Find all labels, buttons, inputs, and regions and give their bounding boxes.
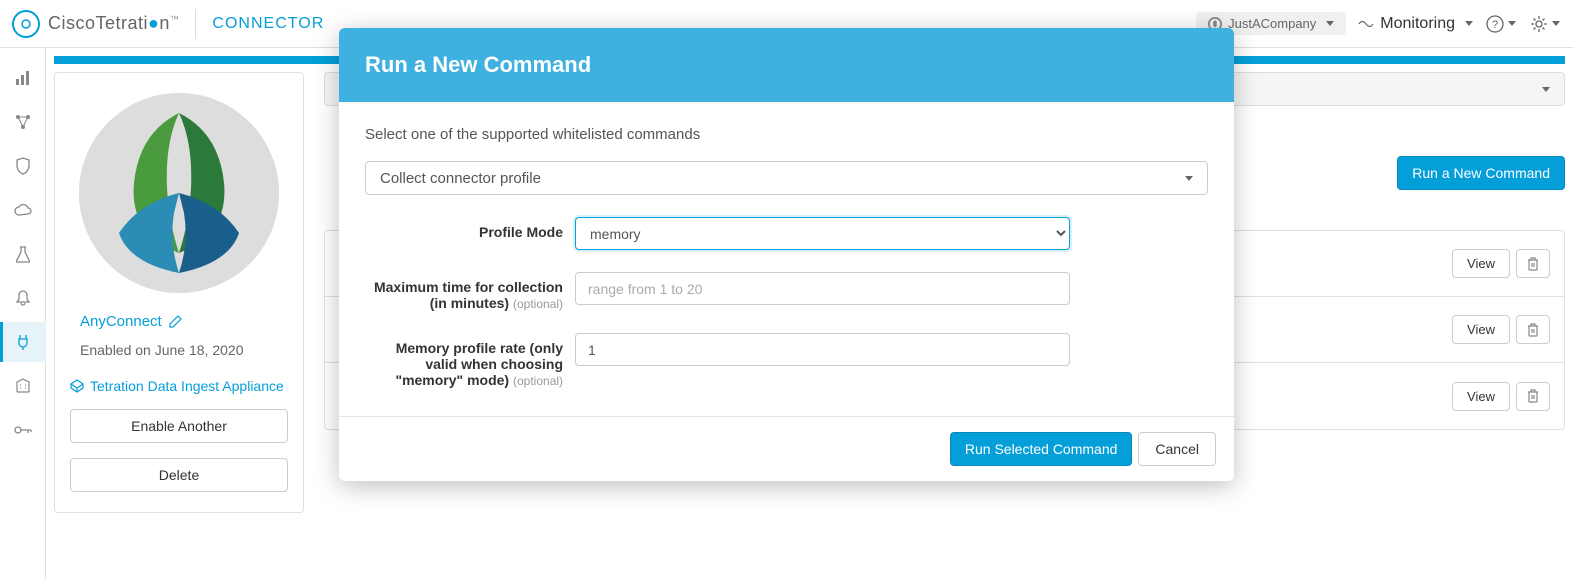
max-time-label: Maximum time for collection (in minutes)… [365, 272, 575, 311]
max-time-input[interactable] [575, 272, 1070, 305]
modal-title: Run a New Command [339, 28, 1234, 102]
mem-rate-label: Memory profile rate (only valid when cho… [365, 333, 575, 388]
modal-footer: Run Selected Command Cancel [339, 416, 1234, 481]
modal-instruction: Select one of the supported whitelisted … [365, 126, 1208, 143]
run-command-modal: Run a New Command Select one of the supp… [339, 28, 1234, 481]
profile-mode-label: Profile Mode [365, 217, 575, 240]
command-select-value: Collect connector profile [380, 170, 541, 187]
run-selected-command-button[interactable]: Run Selected Command [950, 432, 1133, 466]
mem-rate-input[interactable] [575, 333, 1070, 366]
chevron-down-icon [1185, 176, 1193, 181]
modal-overlay: Run a New Command Select one of the supp… [0, 0, 1573, 579]
cancel-button[interactable]: Cancel [1138, 432, 1216, 466]
command-select[interactable]: Collect connector profile [365, 161, 1208, 195]
profile-mode-select[interactable]: memory [575, 217, 1070, 250]
